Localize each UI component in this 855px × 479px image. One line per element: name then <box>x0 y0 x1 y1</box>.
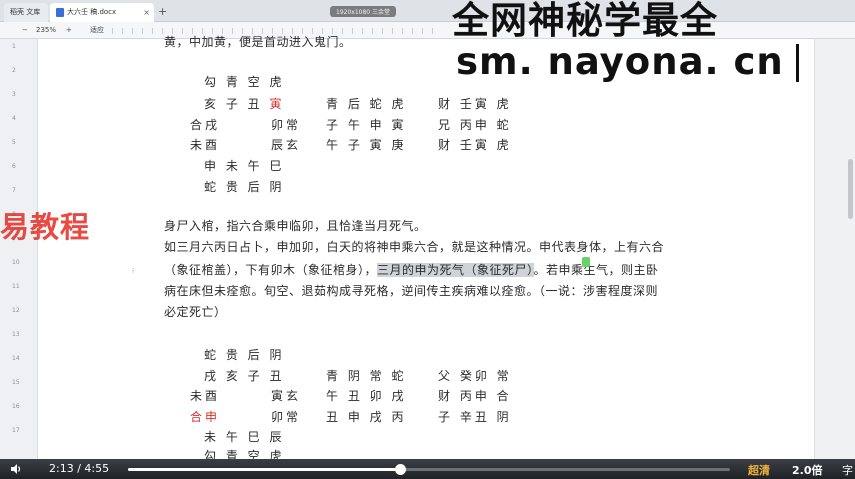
chart2-row4-right: 子 辛丑 阴 <box>438 410 512 424</box>
watermark-top: 全网神秘学最全 <box>452 0 718 42</box>
subtitles-button[interactable]: 字 <box>842 462 853 478</box>
chart2-row1: 蛇 贵 后 阴 <box>204 348 285 362</box>
seek-bar-progress <box>128 468 400 471</box>
chart1-row2-mid: 青 后 蛇 虎 <box>326 97 407 111</box>
tab-document-label: 大六壬 稿.docx <box>67 8 117 16</box>
seek-handle[interactable] <box>394 464 406 475</box>
tab-bar: 稻壳 文库 大六壬 稿.docx × + 1920x1080 三余堂 <box>0 0 855 22</box>
line-number: 7 <box>12 187 16 194</box>
line-number: 11 <box>12 283 20 290</box>
line-number: 14 <box>12 355 20 362</box>
toolbar: − 235% + 适应 <box>0 22 855 39</box>
line-number: 5 <box>12 139 16 146</box>
zoom-level[interactable]: 235% <box>36 24 56 36</box>
new-tab-button[interactable]: + <box>158 3 167 20</box>
tab-document[interactable]: 大六壬 稿.docx × <box>50 3 154 22</box>
screen: 稻壳 文库 大六壬 稿.docx × + 1920x1080 三余堂 − 235… <box>0 0 855 479</box>
screen-recorder-info: 1920x1080 三余堂 <box>330 6 396 17</box>
video-player-controls: 2:13 / 4:55 超清 2.0倍 字 <box>0 459 855 479</box>
para-3-post: 。若申乘生气，则主卧 <box>533 263 659 277</box>
para-5: 必定死亡） <box>164 305 227 319</box>
para-3-pre: （象征棺盖），下有卯木（象征棺身）， <box>164 263 378 277</box>
para-4: 病在床但未痊愈。旬空、退茹构成寻死格，逆间传主疾病难以痊愈。（一说：涉害程度深则 <box>164 284 659 298</box>
selection-handle-icon[interactable] <box>582 257 590 267</box>
vertical-scrollbar[interactable] <box>814 39 855 459</box>
volume-icon[interactable] <box>10 463 22 475</box>
line-number: 17 <box>12 427 20 434</box>
chart1-row3-left: 合戌 <box>190 118 221 132</box>
chart1-row5: 申 未 午 巳 <box>204 159 285 173</box>
line-number: 4 <box>12 115 16 122</box>
chart1-row4-left: 未酉 <box>190 138 221 152</box>
quality-button[interactable]: 超清 <box>748 462 770 478</box>
line-number: 16 <box>12 403 20 410</box>
chart2-row2-right: 父 癸卯 常 <box>438 369 512 383</box>
chart2-row3-mid1: 寅玄 <box>271 389 302 403</box>
chart1-row3-right: 兄 丙申 蛇 <box>438 118 512 132</box>
zoom-out-button[interactable]: − <box>22 24 28 36</box>
chart2-row4-mid2: 丑 申 戌 丙 <box>326 410 407 424</box>
chart1-row6: 蛇 贵 后 阴 <box>204 180 285 194</box>
line-number: 1 <box>12 43 16 50</box>
text-caret <box>796 44 799 82</box>
line-number: 2 <box>12 67 16 74</box>
fit-button[interactable]: 适应 <box>90 24 104 36</box>
chart2-row3-mid2: 午 丑 卯 戌 <box>326 389 407 403</box>
speed-button[interactable]: 2.0倍 <box>792 462 823 478</box>
tab-library[interactable]: 稻壳 文库 <box>4 3 48 22</box>
chart1-row2-right: 财 壬寅 虎 <box>438 97 512 111</box>
paragraph-marker-icon: ⁝ <box>132 267 135 275</box>
document-icon <box>56 7 64 17</box>
chart2-row3-right: 财 丙申 合 <box>438 389 512 403</box>
line-gutter: 1 2 3 4 5 6 7 8 9 10 11 12 13 14 15 16 17 <box>0 39 38 459</box>
line-number: 12 <box>12 307 20 314</box>
chart1-row4-mid1: 辰玄 <box>271 138 302 152</box>
chart2-row2-mid: 青 阴 常 蛇 <box>326 369 407 383</box>
watermark-left: 易教程 <box>0 210 91 244</box>
line-number: 10 <box>12 259 20 266</box>
watermark-url: sm. nayona. cn <box>452 40 788 83</box>
document-page[interactable]: 黄，中加黄，便是首动进入鬼门。 勾 青 空 虎 亥 子 丑 寅 青 后 蛇 虎 … <box>38 35 814 463</box>
selected-text[interactable]: 三月的申为死气（象征死尸） <box>377 263 534 277</box>
line-number: 13 <box>12 331 20 338</box>
chart2-row4-left: 合申 <box>190 410 221 424</box>
tab-library-label: 稻壳 文库 <box>10 8 41 16</box>
current-time: 2:13 <box>49 462 74 475</box>
seek-bar[interactable] <box>128 464 730 475</box>
para-1: 身尸入棺，指六合乘申临卯，且恰逢当月死气。 <box>164 219 427 233</box>
zoom-in-button[interactable]: + <box>66 24 72 36</box>
line-number: 15 <box>12 379 20 386</box>
duration: 4:55 <box>84 462 110 475</box>
scrollbar-thumb[interactable] <box>848 159 853 219</box>
chart1-row4-mid2: 午 子 寅 庚 <box>326 138 407 152</box>
line-number: 3 <box>12 91 16 98</box>
close-tab-icon[interactable]: × <box>143 3 150 22</box>
chart1-row4-right: 财 壬寅 虎 <box>438 138 512 152</box>
chart1-row2-left: 亥 子 丑 寅 <box>204 95 284 112</box>
line-number: 6 <box>12 163 16 170</box>
chart1-row3-mid2: 子 午 申 寅 <box>326 118 407 132</box>
chart1-row3-mid1: 卯常 <box>271 118 302 132</box>
chart2-row5: 未 午 巳 辰 <box>204 430 285 444</box>
chart2-row4-mid1: 卯常 <box>271 410 302 424</box>
chart1-row2-red: 寅 <box>269 97 285 111</box>
time-display: 2:13 / 4:55 <box>49 462 109 475</box>
chart1-row1: 勾 青 空 虎 <box>204 75 285 89</box>
time-separator: / <box>73 462 85 475</box>
para-2: 如三月六丙日占卜，申加卯，白天的将神申乘六合，就是这种情况。申代表身体，上有六合 <box>164 240 665 254</box>
chart2-row2: 戌 亥 子 丑 <box>204 369 285 383</box>
chart1-row2-pre: 亥 子 丑 <box>204 97 270 111</box>
doc-top-line: 黄，中加黄，便是首动进入鬼门。 <box>164 35 352 49</box>
chart2-row3-left: 未酉 <box>190 389 221 403</box>
